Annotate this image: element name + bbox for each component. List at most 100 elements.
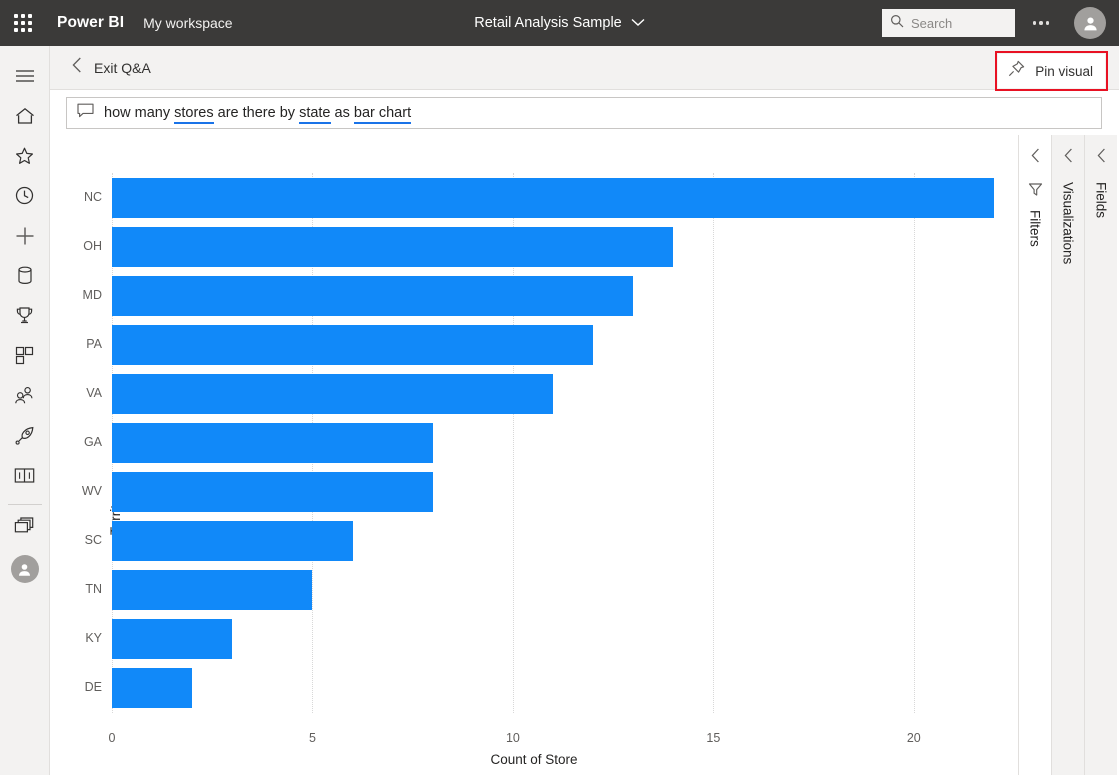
y-axis-tick-label: DE <box>60 680 102 694</box>
x-axis-tick-label: 0 <box>109 731 116 745</box>
question-text: how many stores are there by state as ba… <box>104 105 411 121</box>
expand-fields-chevron-left-icon[interactable] <box>1097 148 1106 168</box>
app-launcher-icon[interactable] <box>0 0 46 46</box>
left-navigation-rail <box>0 46 50 775</box>
sidebar-item-workspaces[interactable] <box>0 509 50 549</box>
sidebar-item-create[interactable] <box>0 218 50 258</box>
question-term: bar chart <box>354 105 411 124</box>
y-axis-tick-label: OH <box>60 239 102 253</box>
speech-bubble-icon <box>77 103 94 123</box>
question-plain-text: how many <box>104 105 174 121</box>
x-axis-tick-label: 10 <box>506 731 520 745</box>
exit-qa-label: Exit Q&A <box>94 60 151 76</box>
chart-bar[interactable] <box>112 668 192 708</box>
exit-qa-button[interactable]: Exit Q&A <box>72 57 151 78</box>
rocket-icon <box>15 426 35 451</box>
sidebar-item-account[interactable] <box>0 549 50 589</box>
expand-visualizations-chevron-left-icon[interactable] <box>1064 148 1073 168</box>
chart-bar[interactable] <box>112 521 353 561</box>
qa-question-input[interactable]: how many stores are there by state as ba… <box>66 97 1102 129</box>
question-plain-text: as <box>331 105 354 121</box>
grid-line <box>914 173 915 713</box>
chart-bar[interactable] <box>112 570 312 610</box>
chart-bar[interactable] <box>112 227 673 267</box>
report-title: Retail Analysis Sample <box>474 15 622 31</box>
y-axis-tick-label: SC <box>60 533 102 547</box>
x-axis-tick-label: 5 <box>309 731 316 745</box>
waffle-grid <box>14 14 32 32</box>
user-avatar-icon <box>1074 7 1106 39</box>
sidebar-item-learn[interactable] <box>0 458 50 498</box>
book-icon <box>14 467 35 489</box>
chevron-left-icon <box>72 57 82 78</box>
workspace-link[interactable]: My workspace <box>143 15 232 31</box>
database-icon <box>17 266 33 290</box>
trophy-icon <box>15 306 34 330</box>
user-avatar-icon <box>11 555 39 583</box>
ellipsis-icon[interactable] <box>1021 0 1061 46</box>
plus-icon <box>15 226 35 251</box>
y-axis-tick-label: NC <box>60 190 102 204</box>
sidebar-item-home[interactable] <box>0 98 50 138</box>
clock-icon <box>15 186 34 210</box>
qa-result-canvas: Territory Count of Store NCOHMDPAVAGAWVS… <box>50 135 1018 775</box>
question-term: stores <box>174 105 214 124</box>
chart-bar[interactable] <box>112 276 633 316</box>
pane-visualizations[interactable]: Visualizations <box>1051 135 1084 775</box>
power-bi-brand[interactable]: Power BI <box>57 14 124 32</box>
account-avatar-button[interactable] <box>1061 0 1119 46</box>
top-navigation-bar: Power BI My workspace Retail Analysis Sa… <box>0 0 1119 46</box>
pane-label-visualizations[interactable]: Visualizations <box>1061 182 1076 264</box>
star-icon <box>15 147 34 170</box>
nav-divider <box>8 504 42 505</box>
x-axis-tick-label: 20 <box>907 731 921 745</box>
sidebar-item-menu[interactable] <box>0 58 50 98</box>
apps-grid-icon <box>15 346 34 370</box>
pin-visual-highlight: Pin visual <box>995 51 1108 91</box>
sidebar-item-pipelines[interactable] <box>0 418 50 458</box>
question-bar-zone: how many stores are there by state as ba… <box>50 91 1119 135</box>
chart-bar[interactable] <box>112 619 232 659</box>
y-axis-tick-label: KY <box>60 631 102 645</box>
y-axis-tick-label: VA <box>60 386 102 400</box>
people-icon <box>14 386 35 410</box>
sidebar-item-shared[interactable] <box>0 378 50 418</box>
sidebar-item-goals[interactable] <box>0 298 50 338</box>
topbar-right-group <box>882 0 1119 46</box>
chart-bar[interactable] <box>112 325 593 365</box>
search-box[interactable] <box>882 9 1015 37</box>
y-axis-tick-label: GA <box>60 435 102 449</box>
bar-chart-visual[interactable]: Territory Count of Store NCOHMDPAVAGAWVS… <box>50 135 1018 775</box>
sidebar-item-favorites[interactable] <box>0 138 50 178</box>
sidebar-item-apps[interactable] <box>0 338 50 378</box>
workspaces-icon <box>14 517 35 541</box>
search-input[interactable] <box>911 16 1011 31</box>
chart-bar[interactable] <box>112 423 433 463</box>
chevron-down-icon <box>631 14 645 32</box>
pin-icon <box>1008 60 1025 82</box>
expand-filters-chevron-left-icon[interactable] <box>1031 148 1040 168</box>
qa-toolbar: Exit Q&A Pin visual <box>50 46 1119 90</box>
report-title-button[interactable]: Retail Analysis Sample <box>474 14 645 32</box>
pane-label-filters[interactable]: Filters <box>1028 210 1043 247</box>
y-axis-tick-label: TN <box>60 582 102 596</box>
pane-fields[interactable]: Fields <box>1084 135 1117 775</box>
x-axis-title: Count of Store <box>50 752 1018 767</box>
sidebar-item-datahub[interactable] <box>0 258 50 298</box>
question-term: state <box>299 105 330 124</box>
right-side-panes: Filters Visualizations Fields <box>1018 135 1119 775</box>
chart-bar[interactable] <box>112 472 433 512</box>
pin-visual-button[interactable]: Pin visual <box>998 54 1105 88</box>
pin-visual-label: Pin visual <box>1035 64 1093 79</box>
pane-label-fields[interactable]: Fields <box>1094 182 1109 218</box>
y-axis-tick-label: PA <box>60 337 102 351</box>
pane-filters[interactable]: Filters <box>1018 135 1051 775</box>
y-axis-tick-label: MD <box>60 288 102 302</box>
chart-bar[interactable] <box>112 178 994 218</box>
chart-bar[interactable] <box>112 374 553 414</box>
y-axis-tick-label: WV <box>60 484 102 498</box>
sidebar-item-recent[interactable] <box>0 178 50 218</box>
search-icon <box>890 14 904 33</box>
filter-funnel-icon <box>1028 182 1043 202</box>
home-icon <box>15 107 35 130</box>
